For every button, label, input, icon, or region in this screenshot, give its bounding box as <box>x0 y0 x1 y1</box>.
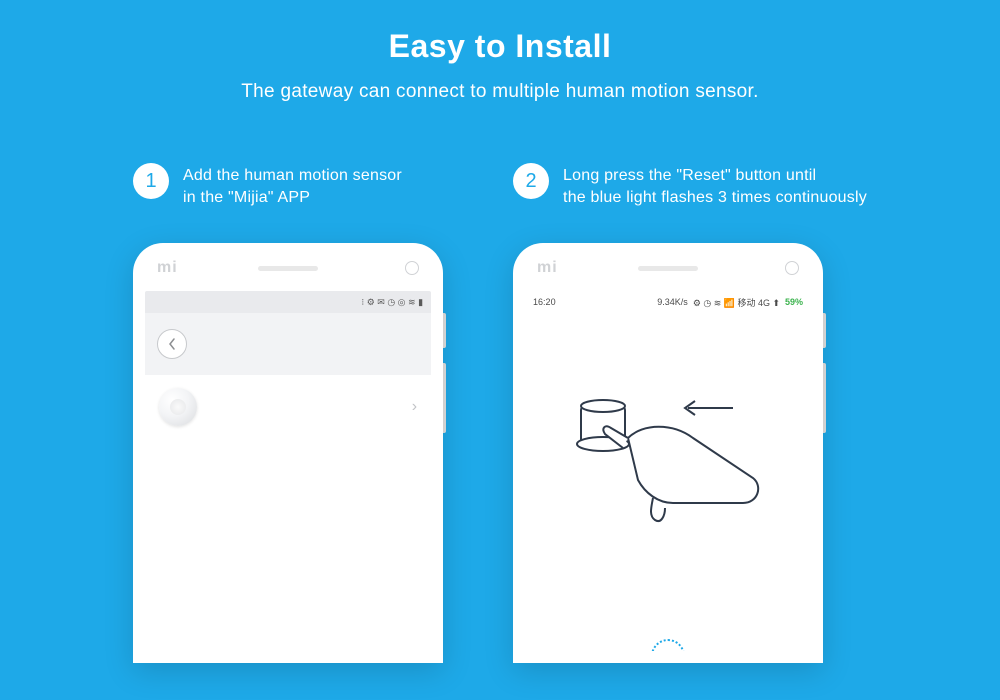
phone-side-button-icon <box>443 313 446 348</box>
camera-icon <box>405 261 419 275</box>
reset-illustration: 28 <box>525 343 811 563</box>
countdown-badge: 28 <box>651 639 685 651</box>
phone-mockup-2: mi 16:20 9.34K/s ⚙ ◷ ≋ 📶 移动 4G ⬆ 59% <box>513 243 823 663</box>
battery-icon: 59% <box>785 297 803 307</box>
status-bar: 16:20 9.34K/s ⚙ ◷ ≋ 📶 移动 4G ⬆ 59% <box>525 291 811 313</box>
speaker-icon <box>638 266 698 271</box>
mi-logo-icon: mi <box>157 259 178 277</box>
status-bar: ⁝ ⚙ ✉ ◷ ◎ ≋ ▮ <box>145 291 431 313</box>
speaker-icon <box>258 266 318 271</box>
phone-side-button-icon <box>823 363 826 433</box>
phone-bezel-top: mi <box>515 245 821 291</box>
step-1: 1 Add the human motion sensor in the "Mi… <box>133 163 443 663</box>
screen-1: ⁝ ⚙ ✉ ◷ ◎ ≋ ▮ › <box>145 291 431 651</box>
step-2-header: 2 Long press the "Reset" button untilthe… <box>513 163 867 223</box>
chevron-right-icon: › <box>412 398 417 416</box>
screen-2: 16:20 9.34K/s ⚙ ◷ ≋ 📶 移动 4G ⬆ 59% <box>525 291 811 651</box>
steps-row: 1 Add the human motion sensor in the "Mi… <box>0 163 1000 663</box>
hand-press-illustration-icon <box>553 368 783 538</box>
step-1-header: 1 Add the human motion sensor in the "Mi… <box>133 163 443 223</box>
phone-bezel-top: mi <box>135 245 441 291</box>
step-1-text: Add the human motion sensor in the "Miji… <box>183 163 402 208</box>
step-2-text: Long press the "Reset" button untilthe b… <box>563 163 867 208</box>
app-toolbar <box>145 313 431 375</box>
phone-side-button-icon <box>443 363 446 433</box>
status-time: 16:20 <box>533 297 556 307</box>
header: Easy to Install The gateway can connect … <box>0 0 1000 103</box>
back-button[interactable] <box>157 329 187 359</box>
page-subtitle: The gateway can connect to multiple huma… <box>0 81 1000 103</box>
page-title: Easy to Install <box>0 28 1000 65</box>
device-list-item[interactable]: › <box>145 375 431 439</box>
chevron-left-icon <box>167 337 177 351</box>
camera-icon <box>785 261 799 275</box>
phone-side-button-icon <box>823 313 826 348</box>
motion-sensor-icon <box>159 388 197 426</box>
phone-mockup-1: mi ⁝ ⚙ ✉ ◷ ◎ ≋ ▮ <box>133 243 443 663</box>
status-icons: ⁝ ⚙ ✉ ◷ ◎ ≋ ▮ <box>361 297 423 308</box>
status-extra: ⚙ ◷ ≋ 📶 移动 4G ⬆ <box>693 296 780 309</box>
mi-logo-icon: mi <box>537 259 558 277</box>
status-speed: 9.34K/s <box>657 297 688 307</box>
step-2-badge: 2 <box>513 163 549 199</box>
step-1-badge: 1 <box>133 163 169 199</box>
step-2: 2 Long press the "Reset" button untilthe… <box>513 163 867 663</box>
